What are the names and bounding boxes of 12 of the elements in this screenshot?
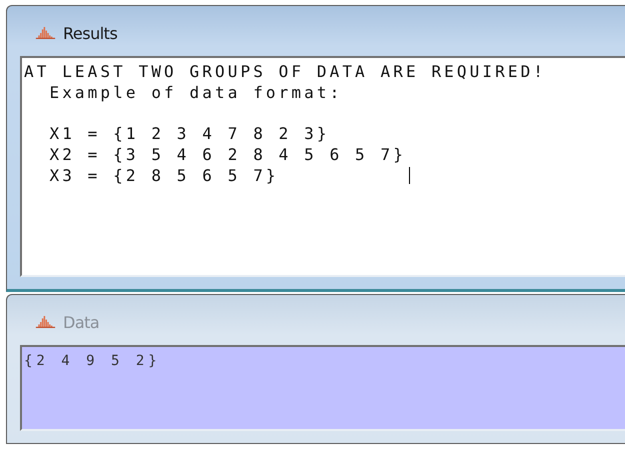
window-title: Results (63, 24, 118, 42)
histogram-icon (34, 316, 57, 328)
text-line: AT LEAST TWO GROUPS OF DATA ARE REQUIRED! (24, 62, 546, 83)
results-text-area[interactable]: AT LEAST TWO GROUPS OF DATA ARE REQUIRED! Example of data format: X1 = {1 2 3 4 7 8 2 3} X2 = {3 5 4 6 2 8 4 5 6 5 7} X3 = {2 8 5 6 5 7} (20, 56, 625, 277)
text-cursor (408, 167, 410, 184)
window-title: Data (63, 312, 100, 332)
text-line: {2 4 9 5 2} (24, 353, 161, 369)
text-line: X3 = {2 8 5 6 5 7} (48, 166, 279, 186)
histogram-icon (34, 27, 57, 39)
text-line: Example of data format: (48, 82, 342, 104)
text-line: X2 = {3 5 4 6 2 8 4 5 6 5 7} (48, 144, 406, 166)
text-line: X1 = {1 2 3 4 7 8 2 3} (48, 124, 330, 145)
